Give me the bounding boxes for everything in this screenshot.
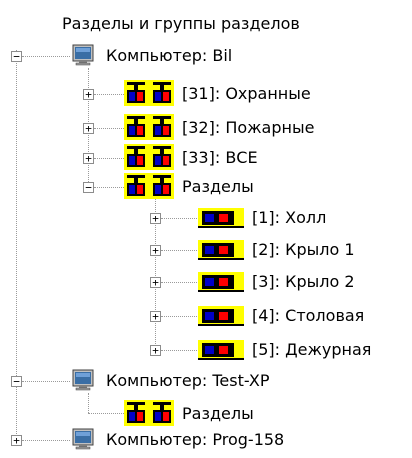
partition-group-icon (124, 400, 174, 426)
tree-node-partition-2[interactable]: [2]: Крыло 1 (252, 240, 355, 260)
collapse-toggle[interactable]: − (11, 51, 22, 62)
expand-toggle[interactable]: + (83, 153, 94, 164)
tree-node-computer-prog-158[interactable]: Компьютер: Prog-158 (106, 430, 284, 450)
tree-line (22, 381, 70, 382)
collapse-toggle[interactable]: − (83, 182, 94, 193)
partition-group-icon (124, 80, 174, 106)
expand-toggle[interactable]: + (150, 311, 161, 322)
tree-root-label: Разделы и группы разделов (62, 14, 300, 33)
tree-line (88, 393, 89, 413)
expand-toggle[interactable]: + (83, 89, 94, 100)
tree-line (94, 94, 124, 95)
tree-line (94, 187, 124, 188)
partition-icon (198, 306, 244, 326)
tree-node-partition-1[interactable]: [1]: Холл (252, 208, 326, 228)
expand-toggle[interactable]: + (150, 245, 161, 256)
partition-icon (198, 272, 244, 292)
partition-group-icon (124, 114, 174, 140)
tree-node-partitions-test-xp[interactable]: Разделы (182, 404, 254, 424)
expand-toggle[interactable]: + (150, 345, 161, 356)
partition-group-icon (124, 144, 174, 170)
tree-line (94, 158, 124, 159)
tree-line (161, 316, 197, 317)
partition-icon (198, 240, 244, 260)
partition-icon (198, 208, 244, 228)
computer-icon (72, 369, 94, 391)
partition-icon (198, 340, 244, 360)
tree-line (94, 128, 124, 129)
tree-line (161, 250, 197, 251)
tree-line (161, 218, 197, 219)
expand-toggle[interactable]: + (150, 213, 161, 224)
tree-node-partitions[interactable]: Разделы (182, 177, 254, 197)
partition-group-icon (124, 173, 174, 199)
tree-node-partition-3[interactable]: [3]: Крыло 2 (252, 272, 355, 292)
tree-node-group-33[interactable]: [33]: ВСЕ (182, 148, 258, 168)
computer-icon (72, 428, 94, 450)
tree-line (22, 56, 70, 57)
tree-node-partition-5[interactable]: [5]: Дежурная (252, 340, 371, 360)
tree-line (88, 413, 124, 414)
computer-icon (72, 44, 94, 66)
expand-toggle[interactable]: + (11, 435, 22, 446)
tree-node-computer-bil[interactable]: Компьютер: Bil (106, 46, 232, 66)
expand-toggle[interactable]: + (150, 277, 161, 288)
collapse-toggle[interactable]: − (11, 376, 22, 387)
tree-node-partition-4[interactable]: [4]: Столовая (252, 306, 364, 326)
tree-line (22, 440, 70, 441)
tree-node-computer-test-xp[interactable]: Компьютер: Test-XP (106, 371, 269, 391)
tree-line (161, 282, 197, 283)
tree-node-group-31[interactable]: [31]: Охранные (182, 84, 311, 104)
tree-node-group-32[interactable]: [32]: Пожарные (182, 118, 314, 138)
tree-line (161, 350, 197, 351)
expand-toggle[interactable]: + (83, 123, 94, 134)
